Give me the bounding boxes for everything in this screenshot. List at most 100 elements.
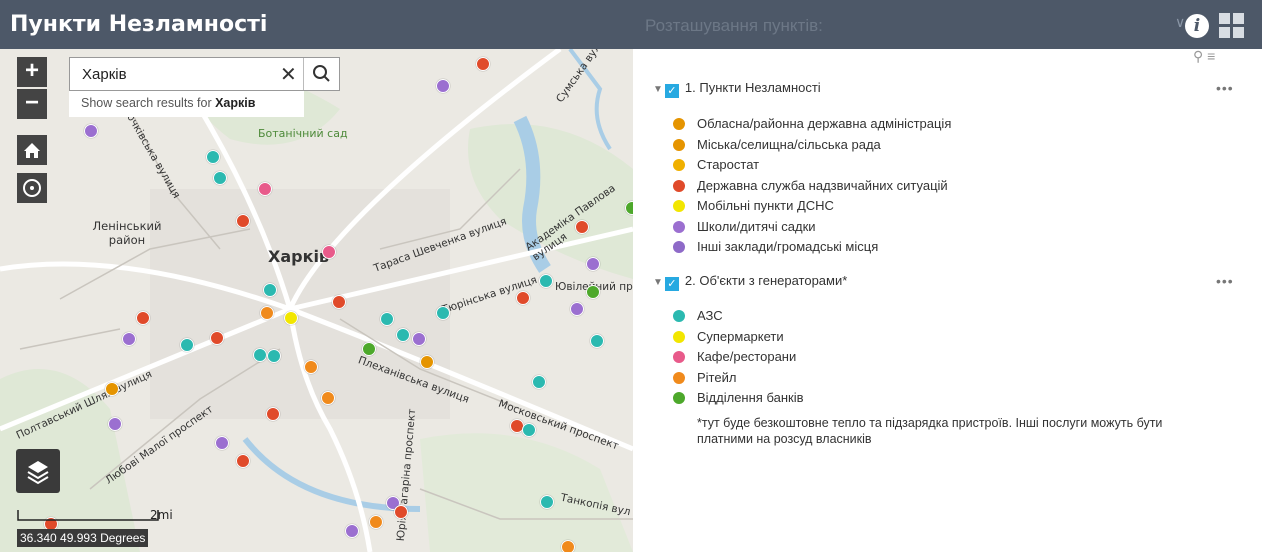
legend-item-label: Державна служба надзвичайних ситуацій	[697, 177, 948, 193]
info-icon[interactable]: i	[1185, 14, 1209, 38]
home-button[interactable]	[17, 135, 47, 165]
suggestion-prefix: Show search results for	[81, 96, 212, 110]
map-marker[interactable]	[590, 334, 604, 348]
zoom-out-button[interactable]: −	[17, 89, 47, 119]
group-1-title: 1. Пункти Незламності	[684, 80, 821, 95]
home-icon	[24, 143, 40, 158]
legend-item-label: Інші заклади/громадські місця	[697, 239, 879, 254]
legend-symbol-icon	[673, 392, 685, 404]
legend-item-label: Рітейл	[697, 369, 737, 385]
map-marker[interactable]	[105, 382, 119, 396]
group-2-checkbox[interactable]: ✓	[664, 277, 679, 291]
locate-icon	[23, 179, 41, 197]
legend-item-label: Школи/дитячі садки	[697, 218, 816, 234]
map-marker[interactable]	[345, 524, 359, 538]
map-marker[interactable]	[263, 283, 277, 297]
map-marker[interactable]	[561, 540, 575, 552]
map-marker[interactable]	[284, 311, 298, 325]
map-marker[interactable]	[436, 79, 450, 93]
generators-note: *тут буде безкоштовне тепло та підзарядк…	[697, 416, 1163, 446]
map-marker[interactable]	[122, 332, 136, 346]
map-marker[interactable]	[575, 220, 589, 234]
map-marker[interactable]	[522, 423, 536, 437]
zoom-in-button[interactable]: +	[17, 57, 47, 87]
legend-group-2[interactable]: ▼ ✓ 2. Об'єкти з генераторами*	[653, 273, 847, 291]
app-header: Пункти Незламності	[0, 0, 633, 49]
legend-group-1[interactable]: ▼ ✓ 1. Пункти Незламності	[653, 80, 821, 98]
map-marker[interactable]	[420, 355, 434, 369]
search-input[interactable]: Харків	[82, 66, 127, 83]
map-marker[interactable]	[380, 312, 394, 326]
map-marker[interactable]	[206, 150, 220, 164]
layers-button[interactable]	[16, 449, 60, 493]
legend-panel: ⚲ ≡ ▼ ✓ 1. Пункти Незламності ••• Обласна/…	[633, 48, 1262, 552]
expand-icon[interactable]: ▼	[653, 84, 663, 95]
map-marker[interactable]	[332, 295, 346, 309]
map-marker[interactable]	[108, 417, 122, 431]
map-marker[interactable]	[412, 332, 426, 346]
legend-symbol-icon	[673, 310, 685, 322]
map-marker[interactable]	[210, 331, 224, 345]
map-marker[interactable]	[436, 306, 450, 320]
map-marker[interactable]	[394, 505, 408, 519]
map-marker[interactable]	[625, 201, 633, 215]
map-view[interactable]: Харків Ленінський район Ботанічний сад Т…	[0, 49, 633, 552]
map-marker[interactable]	[215, 436, 229, 450]
park-label: Ботанічний сад	[258, 127, 348, 140]
search-button[interactable]	[303, 58, 340, 90]
map-marker[interactable]	[253, 348, 267, 362]
legend-symbol-icon	[673, 118, 685, 130]
group-2-more-icon[interactable]: •••	[1216, 273, 1234, 289]
map-marker[interactable]	[540, 495, 554, 509]
clear-icon[interactable]: ✕	[280, 62, 297, 87]
map-marker[interactable]	[476, 57, 490, 71]
map-marker[interactable]	[532, 375, 546, 389]
search-suggestion[interactable]: Show search results for Харків	[69, 91, 304, 117]
map-marker[interactable]	[266, 407, 280, 421]
legend-symbol-icon	[673, 200, 685, 212]
legend-symbol-icon	[673, 330, 685, 343]
panel-header: Розташування пунктів: ∨ i	[633, 0, 1262, 49]
legend-symbol-icon	[673, 138, 685, 151]
search-icon	[313, 65, 330, 82]
grid-menu-icon[interactable]	[1219, 13, 1245, 39]
map-marker[interactable]	[136, 311, 150, 325]
map-marker[interactable]	[322, 245, 336, 259]
group-1-checkbox[interactable]: ✓	[664, 84, 679, 98]
map-marker[interactable]	[213, 171, 227, 185]
map-marker[interactable]	[570, 302, 584, 316]
search-box[interactable]: Харків ✕	[69, 57, 340, 91]
legend-item-label: Супермаркети	[697, 328, 784, 344]
legend-item-label: Кафе/ресторани	[697, 349, 797, 364]
map-marker[interactable]	[304, 360, 318, 374]
map-marker[interactable]	[236, 214, 250, 228]
map-marker[interactable]	[539, 274, 553, 288]
map-marker[interactable]	[362, 342, 376, 356]
map-marker[interactable]	[258, 182, 272, 196]
map-marker[interactable]	[586, 285, 600, 299]
collapse-chevron-icon[interactable]: ∨	[1175, 14, 1185, 31]
legend-item-label: Обласна/районна державна адміністрація	[697, 116, 952, 131]
expand-icon[interactable]: ▼	[653, 277, 663, 288]
legend-item-label: Мобільні пункти ДСНС	[697, 198, 834, 213]
legend-item-label: Відділення банків	[697, 390, 804, 405]
map-marker[interactable]	[586, 257, 600, 271]
map-marker[interactable]	[396, 328, 410, 342]
group-1-more-icon[interactable]: •••	[1216, 80, 1234, 96]
map-marker[interactable]	[369, 515, 383, 529]
map-marker[interactable]	[236, 454, 250, 468]
legend-item-label: АЗС	[697, 308, 723, 323]
legend-search-icon[interactable]: ⚲ ≡	[1193, 48, 1215, 65]
map-marker[interactable]	[180, 338, 194, 352]
map-marker[interactable]	[516, 291, 530, 305]
panel-title: Розташування пунктів:	[645, 16, 823, 35]
legend-item-label: Старостат	[697, 157, 760, 172]
map-marker[interactable]	[260, 306, 274, 320]
legend-symbol-icon	[673, 220, 685, 233]
locate-button[interactable]	[17, 173, 47, 203]
map-marker[interactable]	[267, 349, 281, 363]
map-marker[interactable]	[321, 391, 335, 405]
map-marker[interactable]	[84, 124, 98, 138]
app-title: Пункти Незламності	[10, 12, 268, 37]
legend-symbol-icon	[673, 371, 685, 384]
